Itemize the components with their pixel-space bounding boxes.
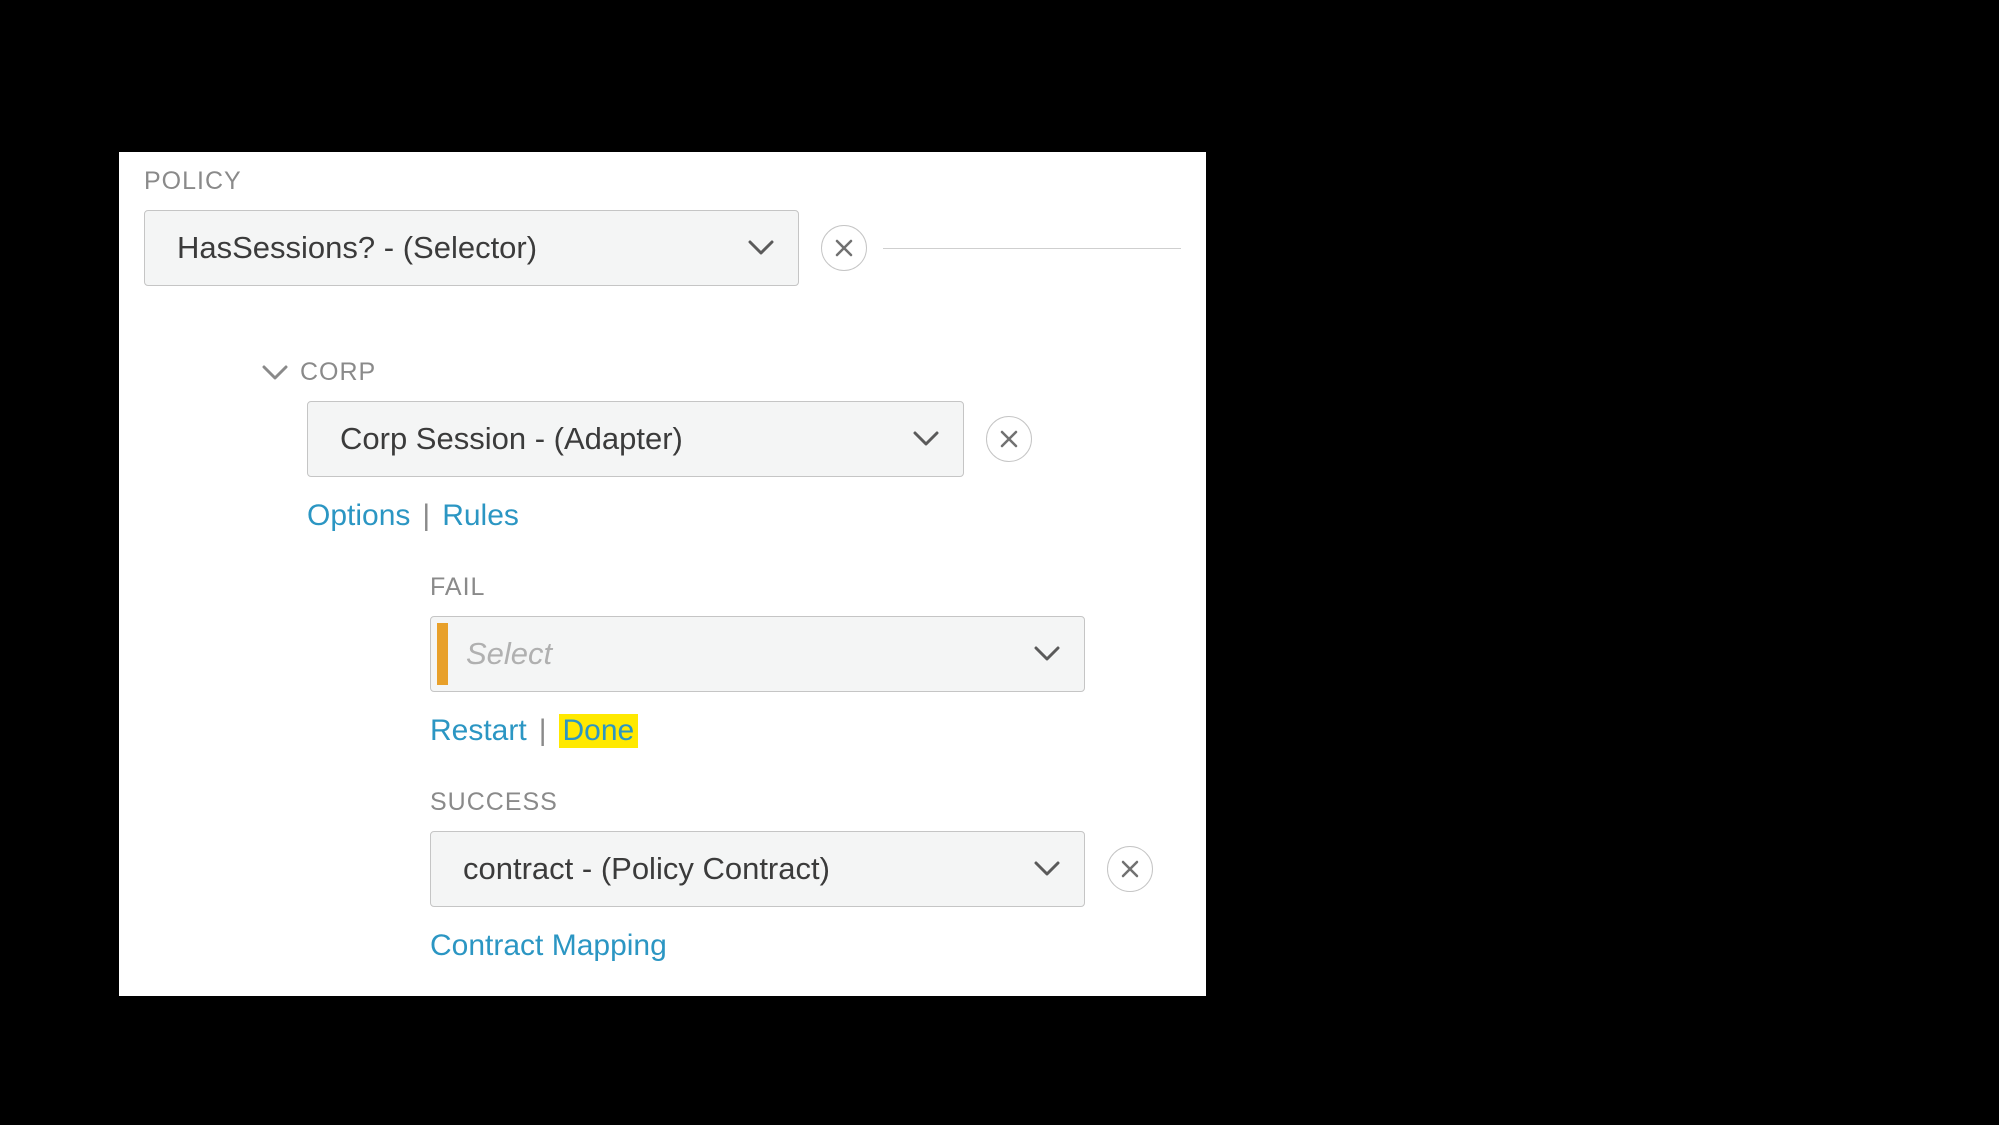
success-dropdown-text: contract - (Policy Contract) — [463, 851, 830, 887]
fail-label-text: FAIL — [430, 573, 485, 602]
policy-dropdown-text: HasSessions? - (Selector) — [177, 230, 537, 266]
fail-block: FAIL Select Restart | Done — [430, 573, 1181, 748]
close-icon — [834, 238, 854, 258]
corp-row: Corp Session - (Adapter) — [307, 401, 1181, 477]
warning-indicator-bar — [437, 623, 448, 685]
fail-dropdown[interactable]: Select — [430, 616, 1085, 692]
success-block: SUCCESS contract - (Policy Contract) Con… — [430, 788, 1181, 963]
policy-label-text: POLICY — [144, 167, 242, 196]
chevron-down-icon — [1034, 861, 1060, 877]
fail-links-row: Restart | Done — [430, 714, 1181, 748]
policy-panel: POLICY HasSessions? - (Selector) CORP Co… — [119, 152, 1206, 996]
rules-link[interactable]: Rules — [442, 499, 519, 533]
contract-mapping-link[interactable]: Contract Mapping — [430, 929, 667, 963]
chevron-down-icon[interactable] — [262, 365, 288, 381]
policy-close-button[interactable] — [821, 225, 867, 271]
fail-row: Select — [430, 616, 1181, 692]
policy-row: HasSessions? - (Selector) — [144, 210, 1181, 286]
close-icon — [999, 429, 1019, 449]
link-divider: | — [539, 714, 547, 748]
corp-dropdown-text: Corp Session - (Adapter) — [340, 421, 683, 457]
success-section-label: SUCCESS — [430, 788, 1181, 817]
close-icon — [1120, 859, 1140, 879]
corp-section-label: CORP — [262, 358, 1181, 387]
chevron-down-icon — [913, 431, 939, 447]
success-row: contract - (Policy Contract) — [430, 831, 1181, 907]
corp-close-button[interactable] — [986, 416, 1032, 462]
fail-section-label: FAIL — [430, 573, 1181, 602]
chevron-down-icon — [1034, 646, 1060, 662]
success-close-button[interactable] — [1107, 846, 1153, 892]
link-divider: | — [422, 499, 430, 533]
success-label-text: SUCCESS — [430, 788, 558, 817]
divider-line — [883, 248, 1181, 249]
corp-label-text: CORP — [300, 358, 376, 387]
corp-block: CORP Corp Session - (Adapter) Options | … — [262, 358, 1181, 963]
restart-link[interactable]: Restart — [430, 714, 527, 748]
corp-dropdown[interactable]: Corp Session - (Adapter) — [307, 401, 964, 477]
chevron-down-icon — [748, 240, 774, 256]
done-link[interactable]: Done — [559, 714, 639, 748]
corp-links-row: Options | Rules — [307, 499, 1181, 533]
success-links-row: Contract Mapping — [430, 929, 1181, 963]
options-link[interactable]: Options — [307, 499, 410, 533]
policy-section-label: POLICY — [144, 167, 1181, 196]
policy-dropdown[interactable]: HasSessions? - (Selector) — [144, 210, 799, 286]
fail-dropdown-placeholder: Select — [466, 636, 1034, 672]
success-dropdown[interactable]: contract - (Policy Contract) — [430, 831, 1085, 907]
